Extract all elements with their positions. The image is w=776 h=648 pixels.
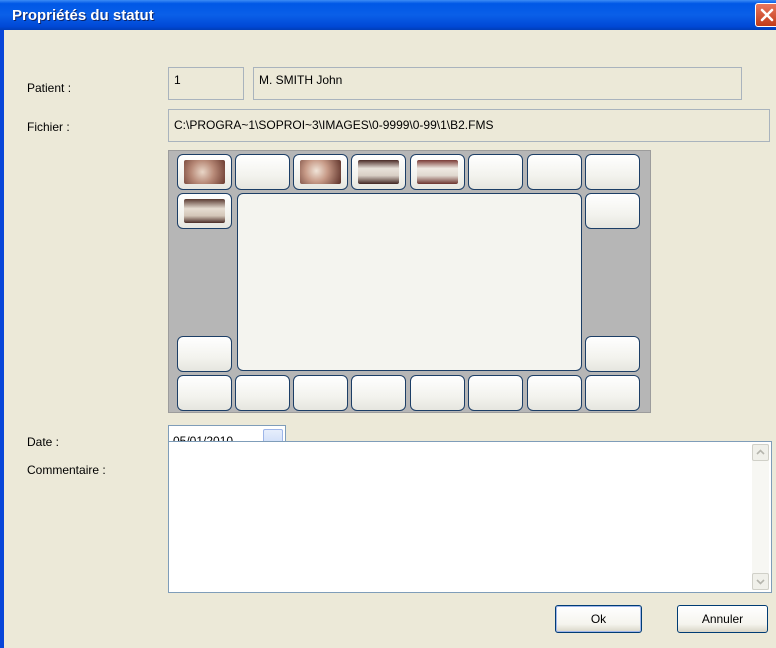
- close-icon: [760, 8, 774, 22]
- comment-textarea[interactable]: [168, 441, 772, 593]
- image-slot-top-1[interactable]: [177, 154, 232, 190]
- comment-label: Commentaire :: [27, 463, 106, 477]
- patient-id-field: 1: [168, 67, 244, 100]
- image-slot-top-3[interactable]: [293, 154, 348, 190]
- image-slot-left-lower[interactable]: [177, 336, 232, 372]
- scroll-down-icon: [756, 579, 765, 585]
- image-slot-top-7[interactable]: [527, 154, 582, 190]
- patient-name-field: M. SMITH John: [253, 67, 742, 100]
- close-button[interactable]: [755, 3, 776, 27]
- image-slot-bottom-3[interactable]: [293, 375, 348, 411]
- tooth-thumbnail: [300, 160, 341, 184]
- image-slot-top-2[interactable]: [235, 154, 290, 190]
- comment-scrollbar[interactable]: [752, 444, 769, 590]
- title-bar: Propriétés du statut: [0, 0, 776, 30]
- file-label: Fichier :: [27, 120, 70, 134]
- image-slot-right-upper[interactable]: [585, 193, 640, 229]
- image-slot-bottom-5[interactable]: [410, 375, 465, 411]
- image-slot-bottom-8[interactable]: [585, 375, 640, 411]
- tooth-thumbnail: [417, 160, 458, 184]
- scroll-down-button[interactable]: [752, 573, 769, 590]
- image-slot-top-5[interactable]: [410, 154, 465, 190]
- image-slot-bottom-6[interactable]: [468, 375, 523, 411]
- image-slot-bottom-7[interactable]: [527, 375, 582, 411]
- image-slot-left-upper[interactable]: [177, 193, 232, 229]
- main-image-view[interactable]: [237, 193, 582, 371]
- ok-button[interactable]: Ok: [555, 605, 642, 633]
- window-frame: [0, 30, 4, 648]
- tooth-thumbnail: [358, 160, 399, 184]
- file-path-field: C:\PROGRA~1\SOPROI~3\IMAGES\0-9999\0-99\…: [168, 109, 770, 142]
- window-title: Propriétés du statut: [12, 7, 154, 24]
- image-slot-top-6[interactable]: [468, 154, 523, 190]
- tooth-thumbnail: [184, 160, 225, 184]
- scroll-up-icon: [756, 449, 765, 455]
- image-slot-bottom-2[interactable]: [235, 375, 290, 411]
- image-slot-top-8[interactable]: [585, 154, 640, 190]
- scroll-up-button[interactable]: [752, 444, 769, 461]
- date-label: Date :: [27, 435, 60, 449]
- tooth-thumbnail: [184, 199, 225, 223]
- image-slot-right-lower[interactable]: [585, 336, 640, 372]
- image-slot-bottom-4[interactable]: [351, 375, 406, 411]
- patient-label: Patient :: [27, 81, 72, 95]
- image-slot-top-4[interactable]: [351, 154, 406, 190]
- cancel-button[interactable]: Annuler: [677, 605, 768, 633]
- image-slot-bottom-1[interactable]: [177, 375, 232, 411]
